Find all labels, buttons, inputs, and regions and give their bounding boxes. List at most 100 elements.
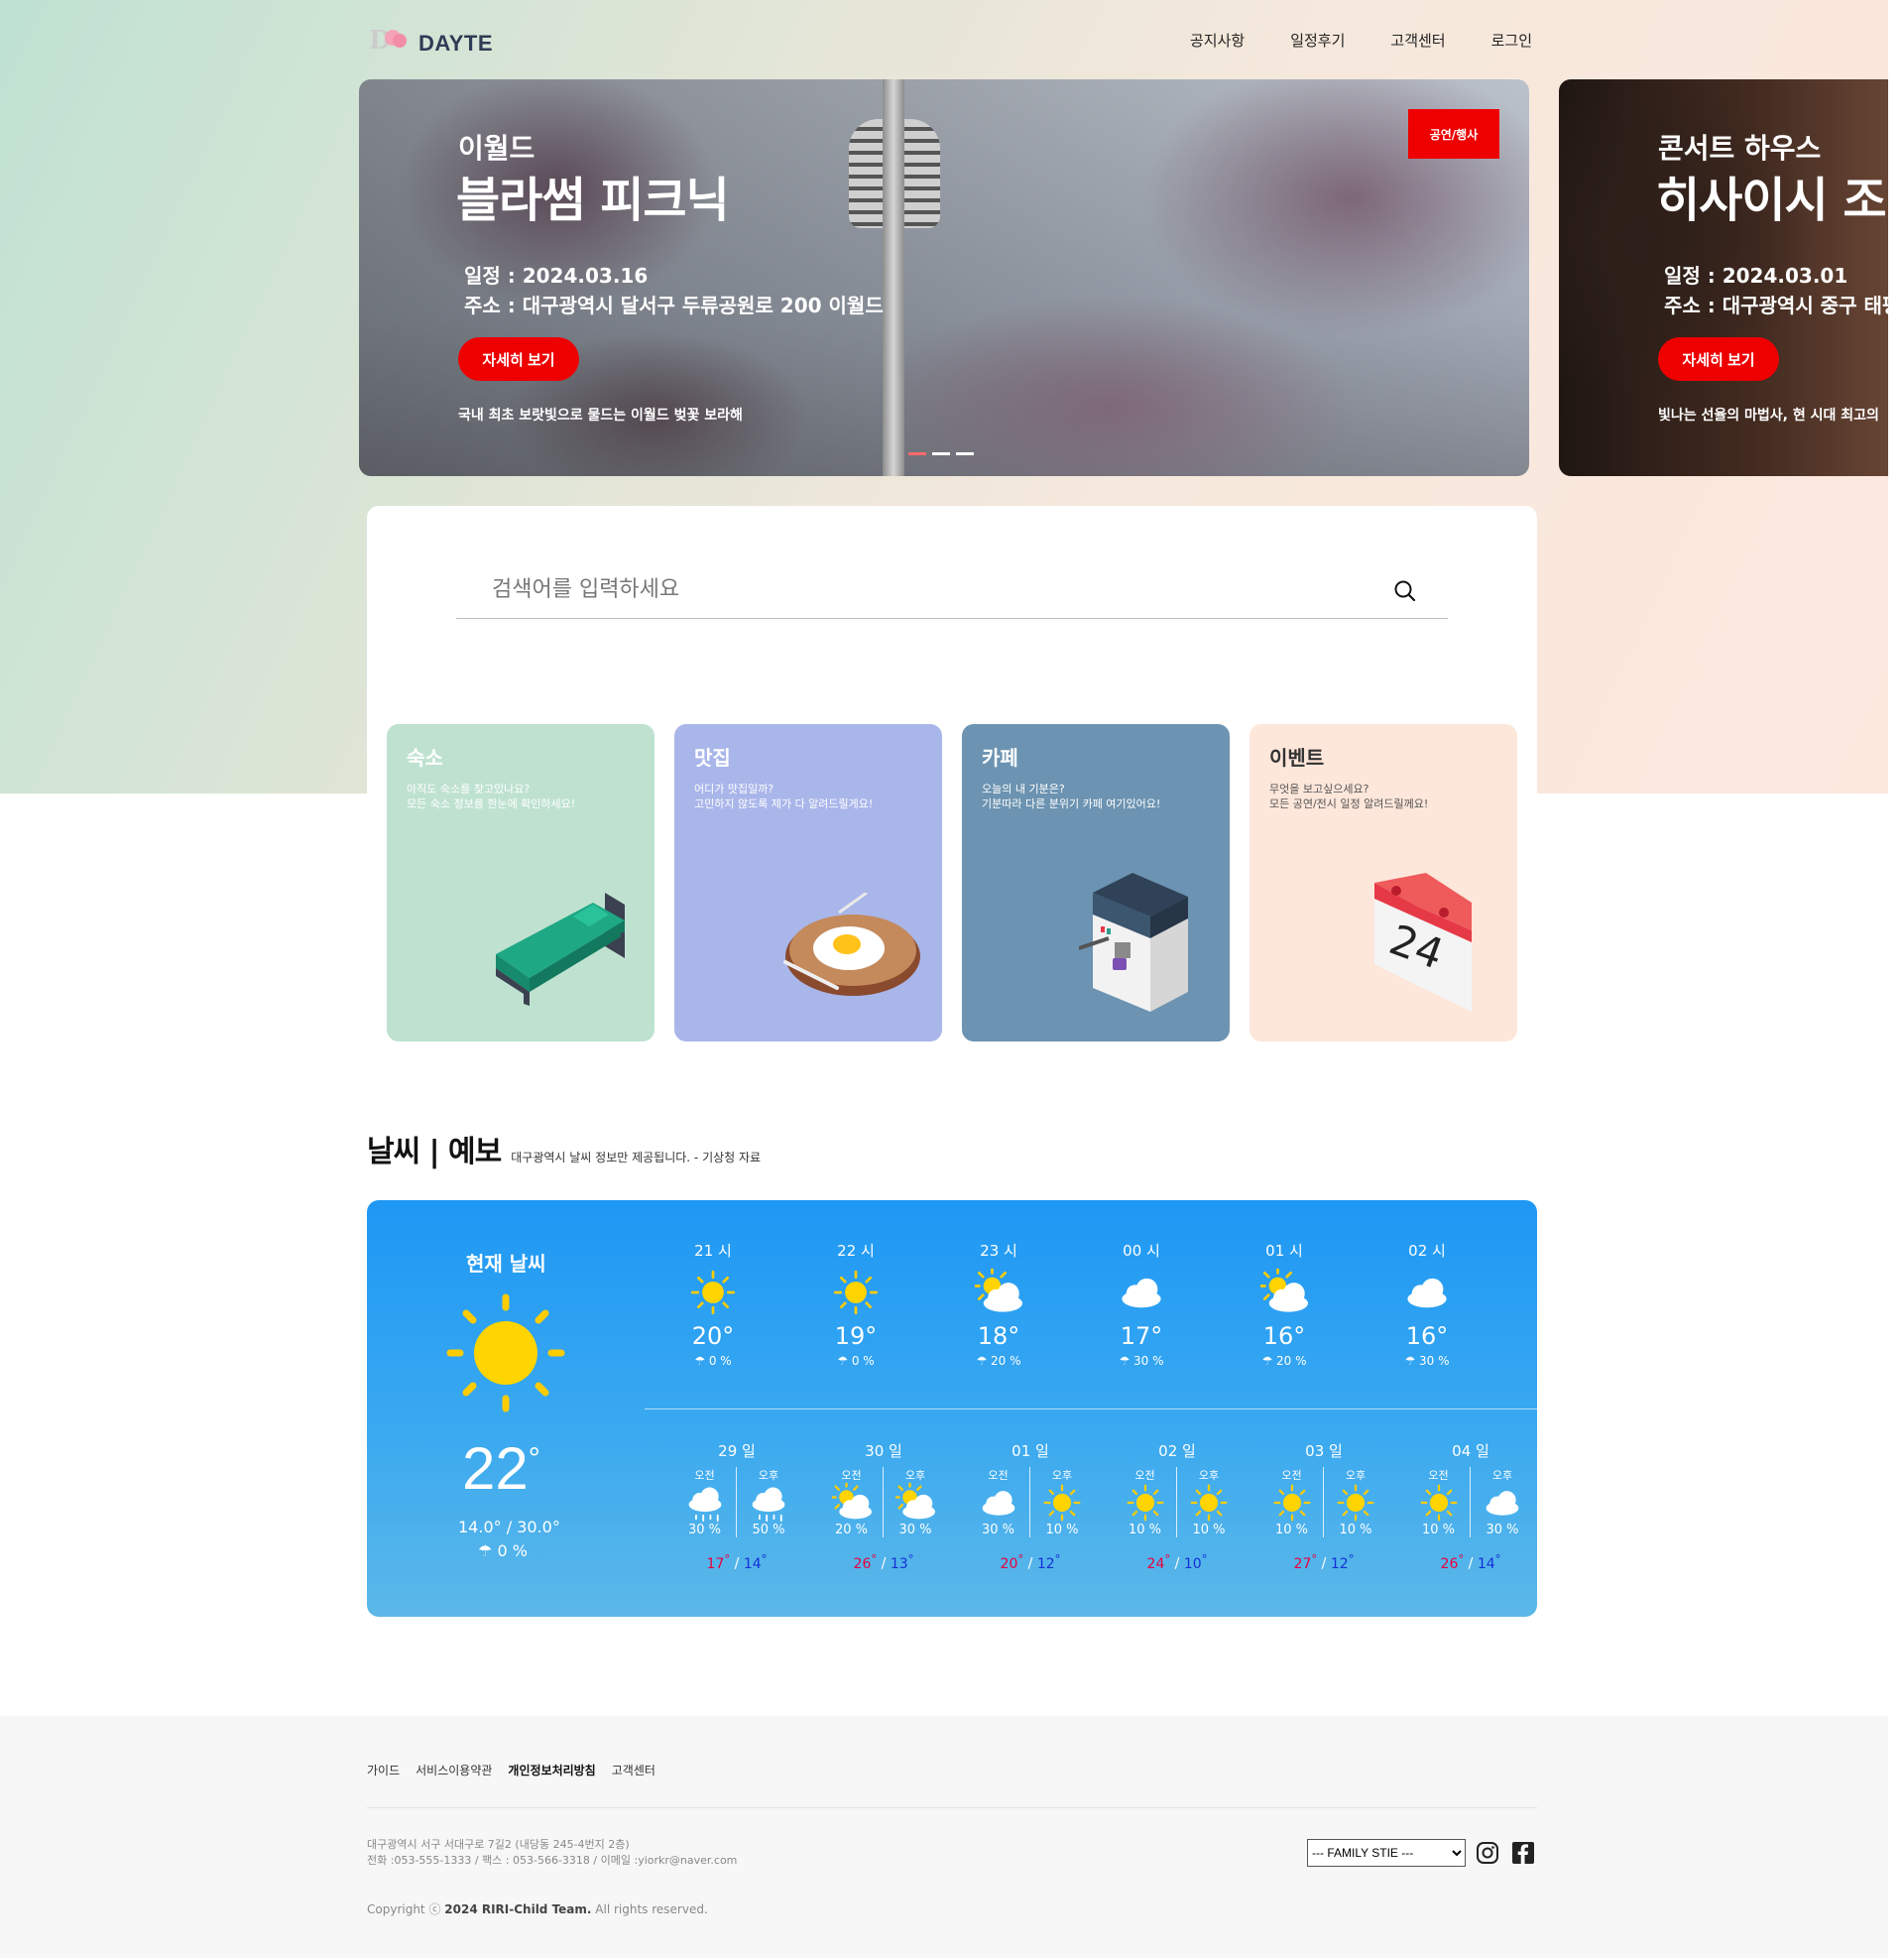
partly-weather-icon (1230, 1269, 1339, 1316)
facebook-icon[interactable] (1511, 1841, 1535, 1865)
daily-item: 29 일 오전 30 % 오후 50 % 17° / 14° (673, 1440, 800, 1572)
day-temperatures: 27° / 12° (1293, 1551, 1355, 1572)
search-input[interactable] (456, 561, 1349, 617)
cloud-weather-icon (967, 1483, 1029, 1523)
current-weather-label: 현재 날씨 (466, 1252, 546, 1276)
detail-button[interactable]: 자세히 보기 (1658, 337, 1779, 381)
slide-title: 히사이시 조 (1656, 173, 1887, 228)
search-bar (456, 561, 1448, 619)
umbrella-icon: ☂ (694, 1354, 706, 1368)
pagination-dot[interactable] (932, 452, 950, 455)
am-forecast: 오전 10 % (1407, 1467, 1471, 1537)
am-forecast: 오전 10 % (1114, 1467, 1177, 1537)
daily-item: 04 일 오전 10 % 오후 30 % 26° / 14° (1407, 1440, 1534, 1572)
weather-subtitle: 대구광역시 날씨 정보만 제공됩니다. - 기상청 자료 (511, 1151, 762, 1164)
am-forecast: 오전 30 % (967, 1467, 1030, 1537)
main-nav: 공지사항 일정후기 고객센터 로그인 (1190, 30, 1532, 51)
pagination-dot[interactable] (908, 452, 926, 455)
category-card-lodging[interactable]: 숙소 아직도 숙소를 찾고있나요? 모든 숙소 정보를 한눈에 확인하세요! (387, 724, 654, 1041)
slide-title: 블라썸 피크닉 (456, 173, 730, 228)
daily-item: 01 일 오전 30 % 오후 10 % 20° / 12° (967, 1440, 1094, 1572)
current-temp-range: 14.0° / 30.0° (458, 1518, 560, 1536)
partly-weather-icon (820, 1483, 883, 1523)
sun-icon (446, 1293, 565, 1412)
nav-reviews[interactable]: 일정후기 (1290, 30, 1345, 51)
partly-weather-icon (884, 1483, 947, 1523)
hour-rain: ☂ 30 % (1119, 1354, 1164, 1368)
sun-weather-icon (1030, 1483, 1094, 1523)
brand-name: DAYTE (418, 31, 494, 56)
page-edge (1888, 0, 1904, 1958)
sun-weather-icon (658, 1269, 768, 1316)
calendar-icon: 24 (1374, 873, 1472, 1012)
rain-weather-icon (737, 1483, 800, 1523)
hourly-item: 22 시 19° ☂ 0 % (801, 1240, 910, 1368)
footer-copyright: Copyright ⓒ 2024 RIRI-Child Team. All ri… (367, 1902, 708, 1916)
search-button[interactable] (1392, 579, 1418, 605)
category-title: 카페 (982, 746, 1018, 770)
category-title: 숙소 (407, 746, 443, 770)
category-card-cafe[interactable]: 카페 오늘의 내 기분은? 기분따라 다른 분위기 카페 여기있어요! (962, 724, 1230, 1041)
site-footer: 가이드 서비스이용약관 개인정보처리방침 고객센터 대구광역시 서구 서대구로 … (0, 1716, 1888, 1958)
nav-notice[interactable]: 공지사항 (1190, 30, 1245, 51)
am-forecast: 오전 30 % (673, 1467, 737, 1537)
day-temperatures: 26° / 13° (853, 1551, 914, 1572)
pagination-dot[interactable] (956, 452, 974, 455)
hourly-item: 23 시 18° ☂ 20 % (944, 1240, 1053, 1368)
daily-item: 03 일 오전 10 % 오후 10 % 27° / 12° (1260, 1440, 1387, 1572)
pm-forecast: 오후 10 % (1177, 1467, 1241, 1537)
hourly-item: 01 시 16° ☂ 20 % (1230, 1240, 1339, 1368)
hour-rain: ☂ 0 % (837, 1354, 875, 1368)
category-title: 맛집 (694, 746, 731, 770)
category-card-event[interactable]: 이벤트 무엇을 보고싶으세요? 모든 공연/전시 일정 알려드릴께요! 24 (1250, 724, 1517, 1041)
day-temperatures: 24° / 10° (1146, 1551, 1208, 1572)
hour-label: 21 시 (694, 1242, 732, 1260)
hour-temperature: 20° (691, 1322, 735, 1350)
footer-link-support[interactable]: 고객센터 (612, 1762, 655, 1778)
family-site-select[interactable]: --- FAMILY STIE --- (1307, 1839, 1466, 1867)
logo-icon: D (367, 26, 411, 58)
hour-temperature: 17° (1120, 1322, 1163, 1350)
category-card-restaurant[interactable]: 맛집 어디가 맛집일까? 고민하지 않도록 제가 다 알려드릴게요! (674, 724, 942, 1041)
pm-forecast: 오후 50 % (737, 1467, 800, 1537)
hour-temperature: 16° (1262, 1322, 1306, 1350)
footer-link-guide[interactable]: 가이드 (367, 1762, 400, 1778)
weather-title: 날씨 | 예보 (367, 1135, 502, 1169)
category-badge: 공연/행사 (1408, 109, 1499, 159)
footer-link-privacy[interactable]: 개인정보처리방침 (508, 1762, 595, 1778)
hour-temperature: 19° (834, 1322, 878, 1350)
am-forecast: 오전 20 % (820, 1467, 884, 1537)
hero-slide-next[interactable]: 콘서트 하우스 히사이시 조 일정 : 2024.03.01 주소 : 대구광역… (1559, 79, 1888, 476)
slide-date: 일정 : 2024.03.16 (464, 264, 649, 288)
hour-rain: ☂ 30 % (1404, 1354, 1450, 1368)
sun-weather-icon (1177, 1483, 1241, 1523)
rain-weather-icon (673, 1483, 736, 1523)
sun-weather-icon (1114, 1483, 1176, 1523)
coffee-machine-icon (1079, 873, 1188, 1012)
hour-temperature: 16° (1405, 1322, 1449, 1350)
day-label: 01 일 (1012, 1442, 1049, 1460)
hour-rain: ☂ 0 % (694, 1354, 732, 1368)
hour-rain: ☂ 20 % (1261, 1354, 1307, 1368)
detail-button[interactable]: 자세히 보기 (458, 337, 579, 381)
nav-login[interactable]: 로그인 (1491, 30, 1532, 51)
hero-slide-main[interactable]: 공연/행사 이월드 블라썸 피크닉 일정 : 2024.03.16 주소 : 대… (359, 79, 1529, 476)
daily-item: 30 일오전 20 % 오후 30 % 26° / 13° (820, 1440, 947, 1572)
category-title: 이벤트 (1269, 746, 1325, 770)
category-desc: 어디가 맛집일까? 고민하지 않도록 제가 다 알려드릴게요! (694, 783, 874, 810)
day-label: 30 일 (865, 1442, 902, 1460)
sun-weather-icon (1407, 1483, 1470, 1523)
nav-support[interactable]: 고객센터 (1390, 30, 1445, 51)
umbrella-icon: ☂ (837, 1354, 849, 1368)
am-forecast: 오전 10 % (1260, 1467, 1324, 1537)
logo[interactable]: D DAYTE (367, 26, 493, 58)
umbrella-icon: ☂ (478, 1541, 493, 1560)
footer-links: 가이드 서비스이용약관 개인정보처리방침 고객센터 (367, 1762, 655, 1778)
daily-item: 02 일 오전 10 % 오후 10 % 24° / 10° (1114, 1440, 1241, 1572)
pm-forecast: 오후 30 % (884, 1467, 947, 1537)
hourly-item: 21 시 20° ☂ 0 % (658, 1240, 768, 1368)
search-icon (1394, 580, 1416, 602)
instagram-icon[interactable] (1476, 1841, 1499, 1865)
hour-temperature: 18° (977, 1322, 1020, 1350)
footer-link-terms[interactable]: 서비스이용약관 (416, 1762, 492, 1778)
